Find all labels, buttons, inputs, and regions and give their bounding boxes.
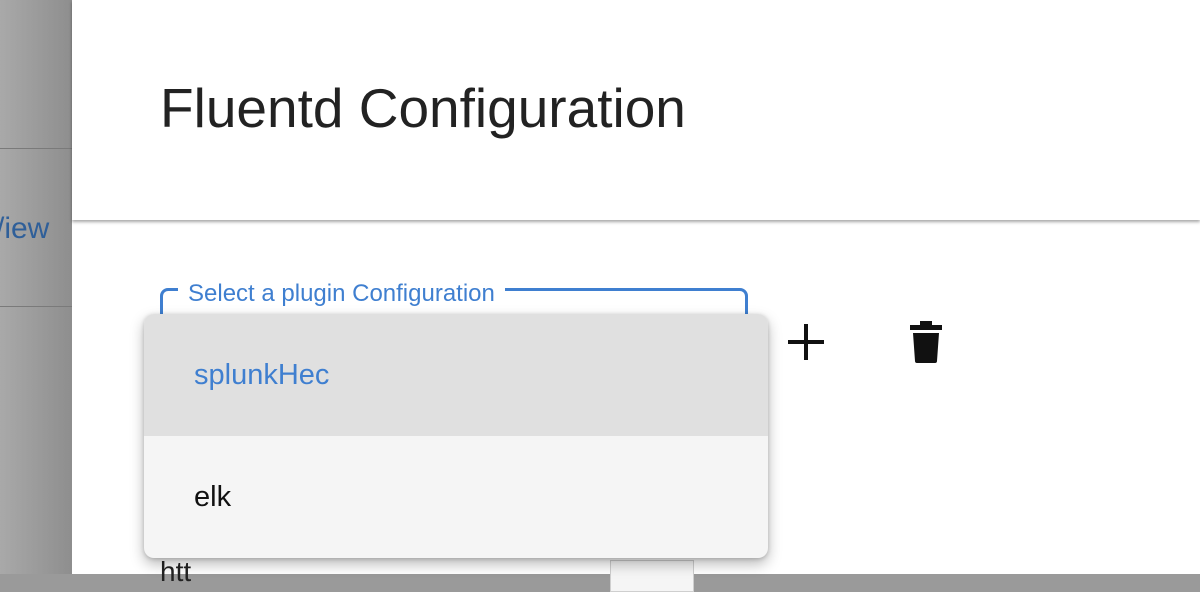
background-view-link: /iew — [0, 212, 50, 245]
background-page: /iew — [0, 0, 72, 574]
background-divider — [0, 306, 72, 307]
plugin-select-menu: splunkHec elk — [144, 314, 768, 558]
plus-icon — [788, 324, 824, 360]
dialog-title: Fluentd Configuration — [160, 77, 686, 139]
menu-option-splunkhec[interactable]: splunkHec — [144, 314, 768, 436]
delete-plugin-button[interactable] — [902, 318, 950, 366]
trash-icon — [910, 321, 942, 363]
background-divider — [0, 148, 72, 149]
plugin-select-label: Select a plugin Configuration — [178, 280, 505, 308]
add-plugin-button[interactable] — [782, 318, 830, 366]
dialog-header: Fluentd Configuration — [72, 0, 1200, 220]
partial-field-box[interactable] — [610, 560, 694, 592]
partial-url-field-text: htt — [160, 556, 192, 587]
menu-option-elk[interactable]: elk — [144, 436, 768, 558]
